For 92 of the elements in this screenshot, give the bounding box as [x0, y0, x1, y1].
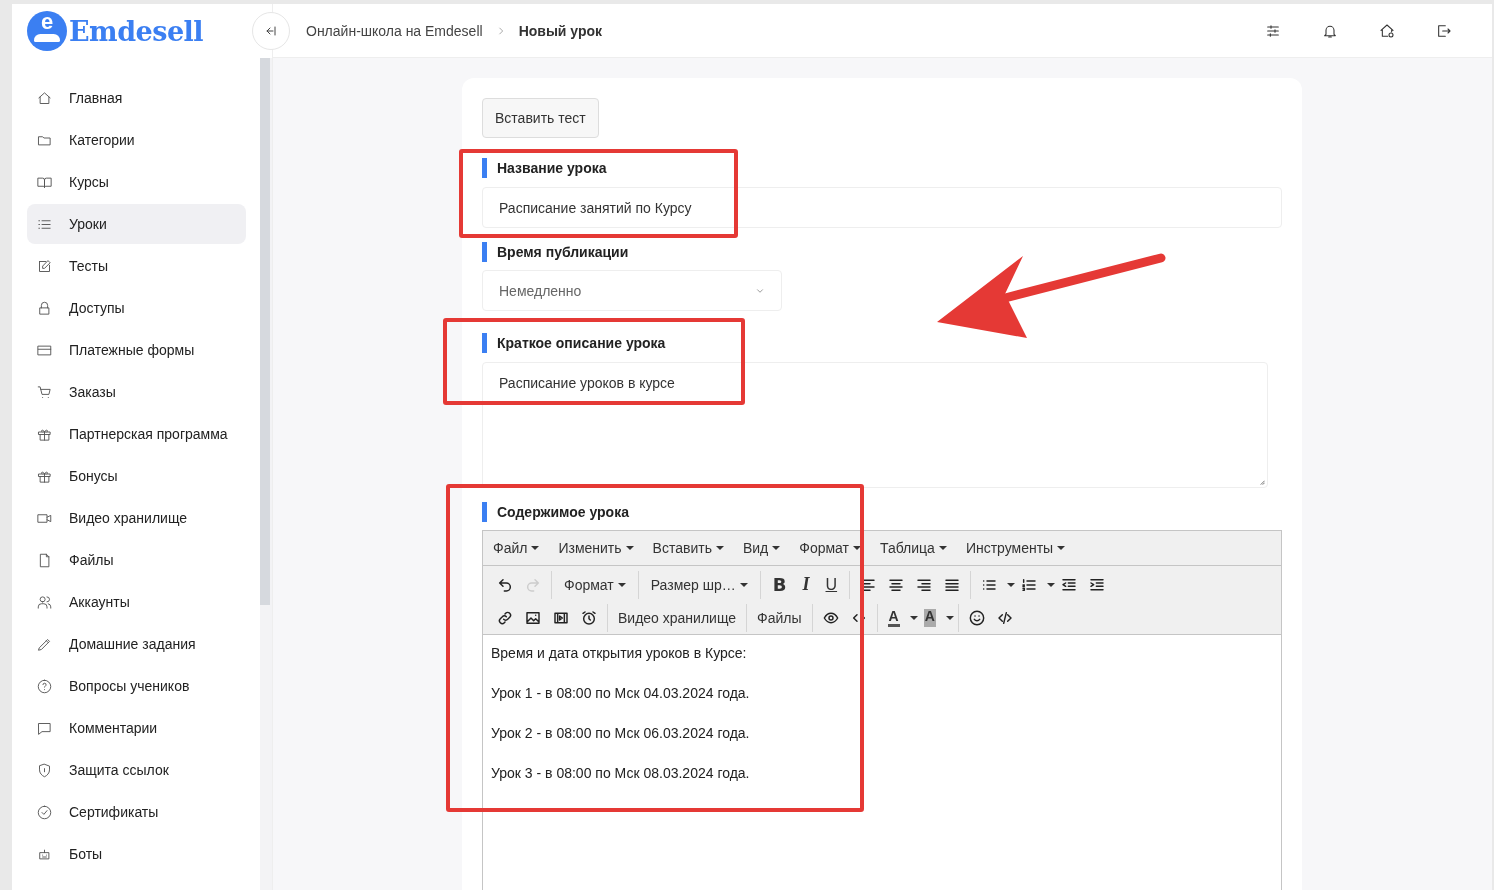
sidebar-item[interactable]: Заказы	[27, 372, 246, 412]
resize-grip-icon	[1257, 477, 1265, 485]
indent-icon	[1089, 576, 1106, 593]
highlight-color-button[interactable]: A	[917, 603, 942, 632]
textarea-field[interactable]: Расписание уроков в курсе	[482, 362, 1268, 488]
caret-icon	[938, 546, 947, 550]
link-icon	[497, 609, 513, 626]
sidebar-item[interactable]: Уроки	[27, 204, 246, 244]
home-icon	[37, 90, 52, 106]
menu-item[interactable]: Формат	[793, 540, 867, 556]
caret-icon	[772, 546, 781, 550]
toolbar-dropdown[interactable]: Формат	[556, 570, 634, 599]
insert-test-button[interactable]: Вставить тест	[482, 98, 599, 138]
alarm-clock-icon	[581, 609, 597, 626]
caret-icon	[739, 582, 748, 587]
scrollbar-thumb[interactable]	[260, 58, 270, 605]
paragraph: Урок 2 - в 08:00 по Мск 06.03.2024 года.	[491, 724, 751, 743]
paragraph: Урок 3 - в 08:00 по Мск 08.03.2024 года.	[491, 764, 751, 783]
comment-icon	[37, 720, 52, 736]
bold-button[interactable]: B	[764, 570, 795, 599]
caret-icon[interactable]	[945, 615, 954, 620]
field-label: Содержимое урока	[482, 502, 1282, 522]
card-icon	[37, 342, 52, 358]
breadcrumb-link[interactable]: Онлайн-школа на Emdesell	[306, 22, 483, 39]
sidebar-item[interactable]: Вопросы учеников	[27, 666, 246, 706]
sidebar-item[interactable]: Тесты	[27, 246, 246, 286]
input-field[interactable]: Расписание занятий по Курсу	[482, 187, 1282, 228]
field-label: Название урока	[482, 158, 1282, 178]
sidebar-item[interactable]: Домашние задания	[27, 624, 246, 664]
menu-item[interactable]: Таблица	[874, 540, 953, 556]
shield-icon	[37, 762, 52, 778]
caret-icon[interactable]	[1007, 582, 1016, 587]
redo-icon	[525, 576, 541, 593]
gift-icon	[37, 426, 52, 442]
caret-icon[interactable]	[1047, 582, 1056, 587]
sidebar-item[interactable]: Главная	[27, 78, 246, 118]
undo-icon	[497, 576, 513, 593]
caret-icon	[853, 546, 861, 550]
paragraph: Время и дата открытия уроков в Курсе:	[491, 644, 748, 663]
sliders-icon[interactable]	[1265, 22, 1281, 39]
sidebar-item[interactable]: Боты	[27, 834, 246, 874]
menu-item[interactable]: Вид	[736, 540, 787, 556]
caret-icon[interactable]	[909, 615, 918, 620]
sidebar-item[interactable]: Партнерская программа	[27, 414, 246, 454]
caret-icon	[617, 582, 626, 587]
caret-icon	[1057, 546, 1066, 550]
underline-button[interactable]: U	[817, 570, 846, 599]
logo-icon: e	[27, 11, 67, 51]
question-icon	[37, 678, 52, 694]
source-code-icon	[996, 609, 1013, 626]
users-icon	[37, 594, 52, 610]
logout-icon[interactable]	[1436, 22, 1452, 39]
sidebar-item[interactable]: Сертификаты	[27, 792, 246, 832]
sidebar-item[interactable]: Доступы	[27, 288, 246, 328]
toolbar-button[interactable]: Видео хранилище	[612, 603, 743, 632]
caret-icon	[715, 546, 724, 550]
cart-icon	[37, 384, 52, 400]
pencil-icon	[37, 636, 52, 652]
menu-item[interactable]: Инструменты	[959, 540, 1072, 556]
sidebar-item[interactable]: Платежные формы	[27, 330, 246, 370]
italic-button[interactable]: I	[794, 570, 818, 599]
toolbar-dropdown[interactable]: Размер шр…	[642, 570, 756, 599]
caret-icon	[531, 546, 540, 550]
book-icon	[37, 174, 52, 190]
sidebar-item[interactable]: Категории	[27, 120, 246, 160]
menu-item[interactable]: Файл	[487, 540, 546, 556]
select-field[interactable]: Немедленно	[482, 270, 782, 311]
menu-item[interactable]: Изменить	[552, 540, 640, 556]
file-icon	[37, 552, 52, 568]
outdent-icon	[1061, 576, 1078, 593]
text-color-button[interactable]: A	[881, 603, 906, 632]
lock-icon	[37, 300, 52, 316]
sidebar-item[interactable]: Аккаунты	[27, 582, 246, 622]
sidebar-item[interactable]: Защита ссылок	[27, 750, 246, 790]
smiley-icon	[968, 609, 985, 626]
menu-item[interactable]: Вставить	[646, 540, 730, 556]
robot-icon	[37, 846, 52, 862]
sidebar-item[interactable]: Бонусы	[27, 456, 246, 496]
collapse-icon	[265, 24, 277, 37]
paragraph: Урок 1 - в 08:00 по Мск 04.03.2024 года.	[491, 684, 751, 703]
caret-icon	[625, 546, 634, 550]
numbered-list-icon	[1021, 576, 1038, 593]
edit-icon	[37, 258, 52, 274]
gift-icon	[37, 468, 52, 484]
house-gear-icon[interactable]	[1379, 22, 1395, 39]
image-icon	[525, 609, 541, 626]
sidebar-item[interactable]: Видео хранилище	[27, 498, 246, 538]
toolbar-button[interactable]: Файлы	[751, 603, 808, 632]
logo-text: Emdesell	[69, 15, 204, 47]
sidebar-item[interactable]: Файлы	[27, 540, 246, 580]
sidebar-item[interactable]: Курсы	[27, 162, 246, 202]
sidebar-item[interactable]: Комментарии	[27, 708, 246, 748]
